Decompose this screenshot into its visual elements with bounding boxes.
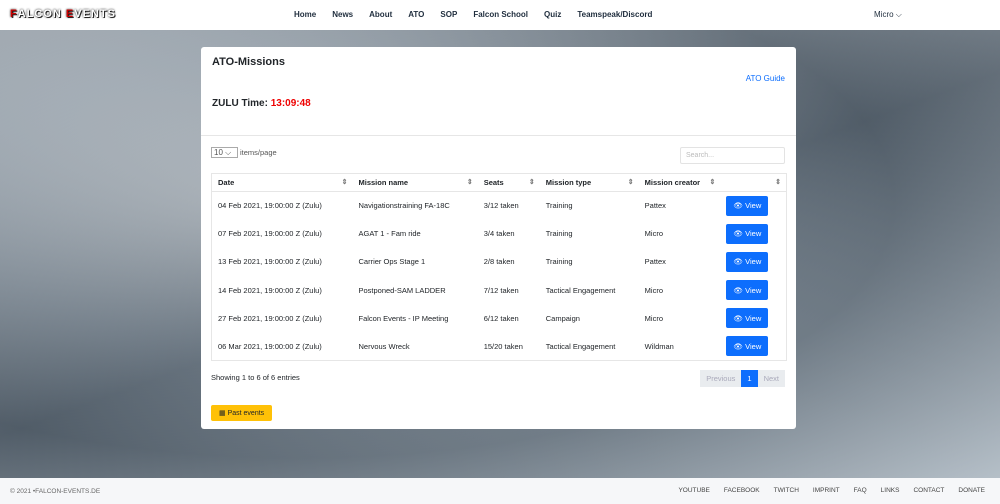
- footer-link[interactable]: LINKS: [881, 487, 900, 494]
- table-cell: Micro: [644, 313, 663, 323]
- eye-icon: 👁: [733, 201, 744, 211]
- eye-icon: 👁: [733, 313, 744, 323]
- nav-item[interactable]: Falcon School: [473, 10, 528, 19]
- table-row: 13 Feb 2021, 19:00:00 Z (Zulu) Carrier Op…: [212, 248, 787, 276]
- view-button[interactable]: 👁 View: [726, 251, 769, 272]
- table-cell: 06 Mar 2021, 19:00:00 Z (Zulu): [218, 341, 322, 351]
- pagination: Previous 1 Next: [700, 370, 785, 387]
- table-cell: Carrier Ops Stage 1: [358, 257, 426, 267]
- entries-info: Showing 1 to 6 of 6 entries: [211, 373, 300, 382]
- missions-table: Date ⇕ Mission name ⇕ Seats ⇕ Mission type ⇕ Mis…: [211, 173, 787, 362]
- footer-link[interactable]: CONTACT: [913, 487, 944, 494]
- calendar-icon: ▦: [219, 410, 226, 417]
- table-cell: 3/12 taken: [483, 201, 519, 211]
- table-cell: Tactical Engagement: [545, 285, 616, 295]
- view-button[interactable]: 👁 View: [726, 308, 769, 329]
- missions-card: ATO-Missions ATO Guide ZULU Time: 13:09:…: [201, 47, 796, 429]
- sort-icon: ⇕: [709, 179, 716, 186]
- footer-link[interactable]: FACEBOOK: [724, 487, 760, 494]
- column-header[interactable]: ⇕: [720, 173, 787, 192]
- ato-guide-link[interactable]: ATO Guide: [746, 74, 785, 83]
- table-cell: Falcon Events - IP Meeting: [358, 313, 449, 323]
- previous-button[interactable]: Previous: [700, 370, 742, 387]
- sort-icon: ⇕: [466, 179, 473, 186]
- nav-item[interactable]: Quiz: [544, 10, 561, 19]
- table-cell: 13 Feb 2021, 19:00:00 Z (Zulu): [218, 257, 322, 267]
- table-cell: Training: [545, 257, 573, 267]
- page-1-button[interactable]: 1: [741, 370, 758, 387]
- table-cell: 14 Feb 2021, 19:00:00 Z (Zulu): [218, 285, 322, 295]
- table-cell: Micro: [644, 229, 663, 239]
- table-row: 06 Mar 2021, 19:00:00 Z (Zulu) Nervous Wr…: [212, 332, 787, 360]
- table-cell: 7/12 taken: [483, 285, 519, 295]
- table-cell: 27 Feb 2021, 19:00:00 Z (Zulu): [218, 313, 322, 323]
- table-row: 27 Feb 2021, 19:00:00 Z (Zulu) Falcon Eve…: [212, 304, 787, 332]
- past-events-button[interactable]: ▦ Past events: [211, 405, 273, 421]
- page-size-select[interactable]: 10 ⌵: [211, 147, 238, 158]
- table-cell: 04 Feb 2021, 19:00:00 Z (Zulu): [218, 201, 322, 211]
- column-header[interactable]: Date ⇕: [211, 173, 353, 192]
- eye-icon: 👁: [733, 229, 744, 239]
- footer-link[interactable]: DONATE: [958, 487, 985, 494]
- sort-icon: ⇕: [528, 179, 535, 186]
- view-button[interactable]: 👁 View: [726, 336, 769, 357]
- divider: [201, 135, 796, 136]
- footer-link[interactable]: YOUTUBE: [678, 487, 709, 494]
- nav-item[interactable]: Home: [294, 10, 316, 19]
- table-cell: 07 Feb 2021, 19:00:00 Z (Zulu): [218, 229, 322, 239]
- footer-link[interactable]: FAQ: [854, 487, 867, 494]
- items-per-page-label: items/page: [240, 148, 277, 157]
- search-input[interactable]: Search...: [680, 147, 785, 164]
- table-cell: 3/4 taken: [483, 229, 515, 239]
- table-cell: 2/8 taken: [483, 257, 515, 267]
- view-button[interactable]: 👁 View: [726, 195, 769, 216]
- nav-item[interactable]: News: [332, 10, 353, 19]
- nav-item[interactable]: Teamspeak/Discord: [577, 10, 652, 19]
- sort-icon: ⇕: [775, 179, 781, 186]
- footer-link[interactable]: IMPRINT: [813, 487, 840, 494]
- table-row: 14 Feb 2021, 19:00:00 Z (Zulu) Postponed-…: [212, 276, 787, 304]
- column-header[interactable]: Mission name ⇕: [352, 173, 478, 192]
- footer: © 2021 •FALCON-EVENTS.DE YOUTUBE FACEBOOK…: [0, 478, 1000, 504]
- table-cell: Tactical Engagement: [545, 341, 616, 351]
- table-row: 04 Feb 2021, 19:00:00 Z (Zulu) Navigation…: [212, 192, 787, 220]
- table-cell: Navigationstraining FA-18C: [358, 201, 450, 211]
- table-cell: Postponed-SAM LADDER: [358, 285, 446, 295]
- nav-item[interactable]: SOP: [440, 10, 457, 19]
- column-header[interactable]: Mission type ⇕: [539, 173, 639, 192]
- eye-icon: 👁: [733, 285, 744, 295]
- sort-icon: ⇕: [341, 179, 348, 186]
- table-cell: AGAT 1 - Fam ride: [358, 229, 421, 239]
- next-button[interactable]: Next: [757, 370, 785, 387]
- table-cell: Campaign: [545, 313, 580, 323]
- table-cell: Wildman: [644, 341, 674, 351]
- table-cell: 15/20 taken: [483, 341, 523, 351]
- sort-icon: ⇕: [627, 179, 634, 186]
- navbar: FALCON EVENTS Home News About ATO SOP Falcon …: [0, 0, 1000, 30]
- page-title: ATO-Missions: [212, 56, 285, 68]
- zulu-time: ZULU Time: 13:09:48: [212, 98, 311, 109]
- table-cell: 6/12 taken: [483, 313, 519, 323]
- nav-item[interactable]: About: [369, 10, 392, 19]
- table-cell: Training: [545, 201, 573, 211]
- nav-item[interactable]: ATO: [408, 10, 424, 19]
- column-header[interactable]: Seats ⇕: [477, 173, 540, 192]
- copyright: © 2021 •FALCON-EVENTS.DE: [10, 488, 101, 495]
- eye-icon: 👁: [733, 341, 744, 351]
- user-menu[interactable]: Micro ⌵: [874, 10, 902, 20]
- table-row: 07 Feb 2021, 19:00:00 Z (Zulu) AGAT 1 - F…: [212, 220, 787, 248]
- table-cell: Pattex: [644, 201, 666, 211]
- footer-link[interactable]: TWITCH: [774, 487, 799, 494]
- table-cell: Training: [545, 229, 573, 239]
- logo[interactable]: FALCON EVENTS: [10, 8, 116, 20]
- table-cell: Micro: [644, 285, 663, 295]
- view-button[interactable]: 👁 View: [726, 280, 769, 301]
- eye-icon: 👁: [733, 257, 744, 267]
- table-cell: Nervous Wreck: [358, 341, 410, 351]
- view-button[interactable]: 👁 View: [726, 223, 769, 244]
- table-cell: Pattex: [644, 257, 666, 267]
- column-header[interactable]: Mission creator ⇕: [638, 173, 721, 192]
